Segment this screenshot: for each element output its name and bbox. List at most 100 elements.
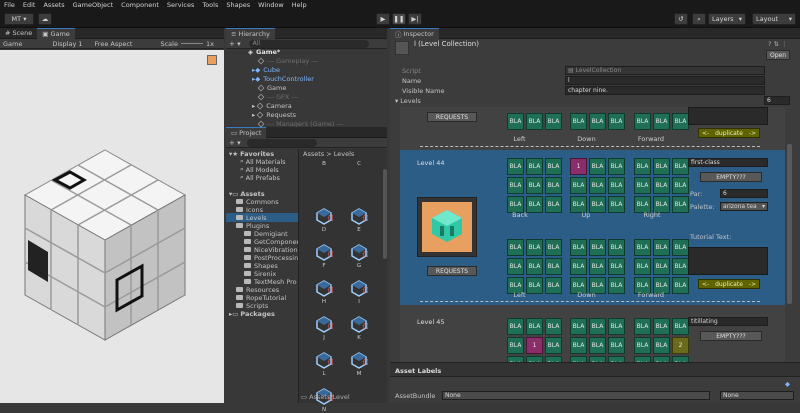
grid-cell[interactable]: BLA <box>526 113 543 130</box>
menu-services[interactable]: Services <box>167 1 194 9</box>
asset-item[interactable]: {}L <box>309 351 339 377</box>
search-icon[interactable]: ⌕ <box>692 13 706 25</box>
grid-cell[interactable]: BLA <box>672 277 689 294</box>
empty-button[interactable]: EMPTY??? <box>700 331 762 341</box>
palette-dropdown[interactable]: arizona tea ▾ <box>720 202 768 211</box>
tab-inspector[interactable]: ⓘ Inspector <box>390 27 439 39</box>
grid-cell[interactable]: BLA <box>570 337 587 354</box>
assetbundle-dropdown[interactable]: None <box>442 391 710 400</box>
script-field[interactable]: ▤ LevelCollection <box>565 66 765 75</box>
grid-cell[interactable]: BLA <box>570 113 587 130</box>
olive-cell[interactable]: 2 <box>672 337 689 354</box>
grid-cell[interactable]: BLA <box>545 277 562 294</box>
hierarchy-item[interactable]: ▸◆ Cube <box>252 65 280 74</box>
menu-window[interactable]: Window <box>258 1 284 9</box>
history-icon[interactable]: ↺ <box>674 13 688 25</box>
scene-root[interactable]: ◈ Game* <box>248 47 280 56</box>
layout-dropdown[interactable]: Layout ▾ <box>752 13 796 25</box>
cloud-icon[interactable]: ☁ <box>38 13 52 25</box>
level-44-panel[interactable]: Level 44 BLA BLA BLA BLA BLA BLA BLA BLA BLA 1 BLA… <box>400 150 785 305</box>
grid-cell[interactable]: BLA <box>653 177 670 194</box>
asset-item[interactable]: {}K <box>344 315 374 341</box>
grid-cell[interactable]: BLA <box>526 196 543 213</box>
breadcrumb[interactable]: Assets > Levels <box>303 149 354 158</box>
menu-assets[interactable]: Assets <box>43 1 64 9</box>
scrollbar[interactable] <box>383 169 387 259</box>
grid-cell[interactable]: BLA <box>672 113 689 130</box>
hierarchy-item[interactable]: Game <box>257 83 286 92</box>
levels-count-field[interactable]: 6 <box>764 96 790 105</box>
grid-cell[interactable]: BLA <box>545 196 562 213</box>
grid-cell[interactable]: BLA <box>545 158 562 175</box>
grid-cell[interactable]: BLA <box>608 318 625 335</box>
grid-cell[interactable]: BLA <box>634 337 651 354</box>
grid-cell[interactable]: BLA <box>672 196 689 213</box>
tab-game[interactable]: ▣ Game <box>37 27 75 39</box>
grid-cell[interactable]: BLA <box>545 318 562 335</box>
asset-item[interactable]: B <box>309 161 339 167</box>
empty-button[interactable]: EMPTY??? <box>700 172 762 182</box>
grid-cell[interactable]: BLA <box>672 158 689 175</box>
open-button[interactable]: Open <box>766 50 790 60</box>
grid-cell[interactable]: BLA <box>608 337 625 354</box>
grid-cell[interactable]: BLA <box>608 158 625 175</box>
grid-cell[interactable]: BLA <box>526 158 543 175</box>
grid-cell[interactable]: BLA <box>634 158 651 175</box>
grid-cell[interactable]: BLA <box>672 258 689 275</box>
hierarchy-item[interactable]: --- Gameplay --- <box>257 56 318 65</box>
grid-cell[interactable]: BLA <box>653 239 670 256</box>
grid-cell[interactable]: BLA <box>507 158 524 175</box>
hierarchy-item[interactable]: ▸◆ TouchController <box>252 74 314 83</box>
grid-cell[interactable]: BLA <box>589 239 606 256</box>
level-name-field[interactable]: first-class <box>688 158 768 167</box>
grid-cell[interactable]: BLA <box>608 258 625 275</box>
variant-dropdown[interactable]: None <box>720 391 794 400</box>
hierarchy-item[interactable]: --- GFX --- <box>257 92 298 101</box>
grid-cell[interactable]: BLA <box>672 177 689 194</box>
pink-cell[interactable]: 1 <box>570 158 587 175</box>
grid-cell[interactable]: BLA <box>507 318 524 335</box>
tutorial-textarea[interactable] <box>688 107 768 125</box>
grid-cell[interactable]: BLA <box>545 113 562 130</box>
inspector-scrollbar[interactable] <box>787 144 792 304</box>
grid-cell[interactable]: BLA <box>608 177 625 194</box>
pause-icon[interactable]: ❚❚ <box>392 13 406 25</box>
grid-cell[interactable]: BLA <box>545 258 562 275</box>
aspect-dropdown[interactable]: Free Aspect <box>95 40 133 48</box>
grid-cell[interactable]: BLA <box>570 318 587 335</box>
grid-cell[interactable]: BLA <box>507 177 524 194</box>
grid-cell[interactable]: BLA <box>653 318 670 335</box>
menu-help[interactable]: Help <box>292 1 307 9</box>
grid-cell[interactable]: BLA <box>526 177 543 194</box>
add-icon[interactable]: + ▾ <box>229 139 241 147</box>
tab-hierarchy[interactable]: ≡ Hierarchy <box>226 27 275 39</box>
tab-project[interactable]: ▭ Project <box>226 126 267 138</box>
display-dropdown[interactable]: Display 1 <box>52 40 82 48</box>
settings-icon[interactable] <box>207 55 217 65</box>
asset-item[interactable]: {}D <box>309 207 339 233</box>
grid-cell[interactable]: BLA <box>608 277 625 294</box>
duplicate-button[interactable]: <- duplicate -> <box>698 128 760 138</box>
grid-cell[interactable]: BLA <box>507 113 524 130</box>
grid-cell[interactable]: BLA <box>634 177 651 194</box>
asset-item[interactable]: {}G <box>344 243 374 269</box>
packages-header[interactable]: ▸▭ Packages <box>229 309 275 318</box>
menu-edit[interactable]: Edit <box>23 1 36 9</box>
grid-cell[interactable]: BLA <box>653 158 670 175</box>
menu-tools[interactable]: Tools <box>202 1 218 9</box>
menu-file[interactable]: File <box>4 1 15 9</box>
grid-cell[interactable]: BLA <box>526 277 543 294</box>
project-search-input[interactable] <box>246 138 317 147</box>
layers-dropdown[interactable]: Layers ▾ <box>708 13 746 25</box>
menu-gameobject[interactable]: GameObject <box>73 1 114 9</box>
grid-cell[interactable]: BLA <box>634 239 651 256</box>
visible-name-field[interactable]: chapter nine. <box>565 86 765 95</box>
grid-cell[interactable]: BLA <box>589 177 606 194</box>
pink-cell[interactable]: 1 <box>526 337 543 354</box>
grid-cell[interactable]: BLA <box>545 177 562 194</box>
tab-scene[interactable]: # Scene <box>0 28 37 39</box>
hierarchy-item[interactable]: ▸ Camera <box>252 101 292 110</box>
grid-cell[interactable]: BLA <box>672 318 689 335</box>
asset-item[interactable]: C <box>344 161 374 167</box>
asset-item[interactable]: {}H <box>309 279 339 305</box>
